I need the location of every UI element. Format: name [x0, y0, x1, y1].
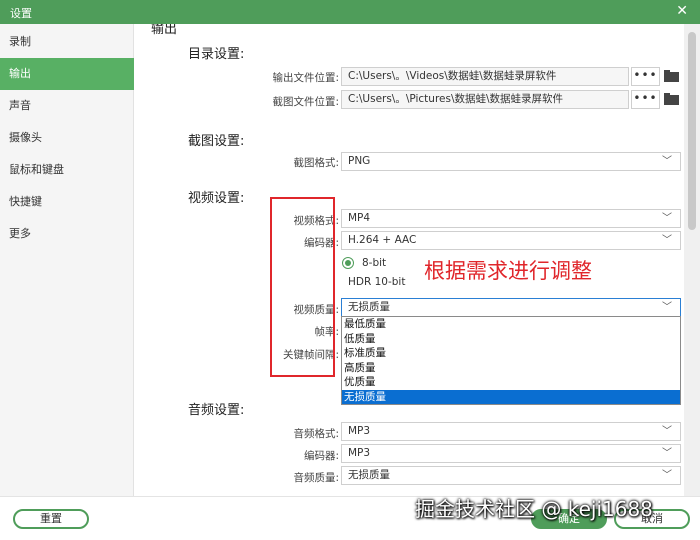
sidebar-item-record[interactable]: 录制	[0, 26, 134, 58]
sidebar-item-hotkeys[interactable]: 快捷键	[0, 186, 134, 218]
audio-heading: 音频设置:	[188, 403, 245, 418]
close-icon[interactable]: ✕	[676, 3, 688, 19]
folder-icon[interactable]	[664, 70, 679, 82]
screenshot-format-select[interactable]: PNG ﹀	[341, 152, 681, 171]
radio-8bit-label: 8-bit	[362, 257, 387, 269]
title-bar: 设置 ✕	[0, 0, 700, 24]
video-quality-select[interactable]: 无损质量 ﹀	[341, 298, 681, 317]
audio-quality-select[interactable]: 无损质量 ﹀	[341, 466, 681, 485]
video-quality-dropdown: 最低质量 低质量 标准质量 高质量 优质量 无损质量	[341, 316, 681, 405]
sidebar: 录制 输出 声音 摄像头 鼠标和键盘 快捷键 更多	[0, 24, 134, 496]
output-location-label: 输出文件位置:	[272, 72, 339, 84]
section-title: 输出	[151, 24, 178, 37]
quality-option-high[interactable]: 高质量	[342, 361, 680, 376]
quality-option-standard[interactable]: 标准质量	[342, 346, 680, 361]
video-format-select[interactable]: MP4 ﹀	[341, 209, 681, 228]
sidebar-item-output[interactable]: 输出	[0, 58, 134, 90]
chevron-down-icon: ﹀	[662, 426, 672, 437]
settings-content: 输出 目录设置: 输出文件位置: C:\Users\。\Videos\数据蛙\数…	[135, 24, 684, 496]
screenshot-format-value: PNG	[348, 155, 371, 167]
audio-format-value: MP3	[348, 425, 371, 437]
chevron-down-icon: ﹀	[662, 235, 672, 246]
quality-option-lowest[interactable]: 最低质量	[342, 317, 680, 332]
content-scrollbar[interactable]	[684, 24, 700, 496]
scroll-thumb[interactable]	[688, 32, 696, 230]
video-format-value: MP4	[348, 212, 371, 224]
video-encoder-select[interactable]: H.264 + AAC ﹀	[341, 231, 681, 250]
screenshot-location-field[interactable]: C:\Users\。\Pictures\数据蛙\数据蛙录屏软件	[341, 90, 629, 109]
video-quality-value: 无损质量	[348, 301, 390, 313]
audio-encoder-value: MP3	[348, 447, 371, 459]
annotation-text: 根据需求进行调整	[424, 259, 592, 283]
chevron-down-icon: ﹀	[662, 470, 672, 481]
quality-option-excellent[interactable]: 优质量	[342, 375, 680, 390]
screenshot-heading: 截图设置:	[188, 134, 245, 149]
audio-format-select[interactable]: MP3 ﹀	[341, 422, 681, 441]
output-location-field[interactable]: C:\Users\。\Videos\数据蛙\数据蛙录屏软件	[341, 67, 629, 86]
sidebar-item-camera[interactable]: 摄像头	[0, 122, 134, 154]
audio-encoder-select[interactable]: MP3 ﹀	[341, 444, 681, 463]
chevron-down-icon: ﹀	[662, 448, 672, 459]
window-title: 设置	[10, 7, 32, 20]
audio-quality-label: 音频质量:	[293, 472, 339, 484]
video-heading: 视频设置:	[188, 191, 245, 206]
sidebar-item-mouse-keyboard[interactable]: 鼠标和键盘	[0, 154, 134, 186]
chevron-down-icon: ﹀	[662, 213, 672, 224]
audio-format-label: 音频格式:	[293, 428, 339, 440]
screenshot-location-label: 截图文件位置:	[272, 96, 339, 108]
chevron-down-icon: ﹀	[662, 302, 672, 313]
sidebar-item-more[interactable]: 更多	[0, 218, 134, 250]
highlight-box	[270, 197, 335, 377]
browse-screenshot-button[interactable]: •••	[631, 90, 660, 109]
radio-8bit[interactable]	[342, 257, 354, 269]
quality-option-lossless[interactable]: 无损质量	[342, 389, 680, 404]
screenshot-format-label: 截图格式:	[293, 157, 339, 169]
audio-encoder-label: 编码器:	[303, 450, 339, 462]
folder-icon[interactable]	[664, 93, 679, 105]
audio-quality-value: 无损质量	[348, 469, 390, 481]
chevron-down-icon: ﹀	[662, 156, 672, 167]
browse-output-button[interactable]: •••	[631, 67, 660, 86]
watermark: 掘金技术社区 @ keji1688	[415, 497, 653, 521]
directory-heading: 目录设置:	[188, 47, 245, 62]
radio-hdr-label[interactable]: HDR 10-bit	[348, 276, 405, 288]
quality-option-low[interactable]: 低质量	[342, 332, 680, 347]
sidebar-item-sound[interactable]: 声音	[0, 90, 134, 122]
reset-button[interactable]: 重置	[13, 509, 89, 529]
video-encoder-value: H.264 + AAC	[348, 234, 417, 246]
